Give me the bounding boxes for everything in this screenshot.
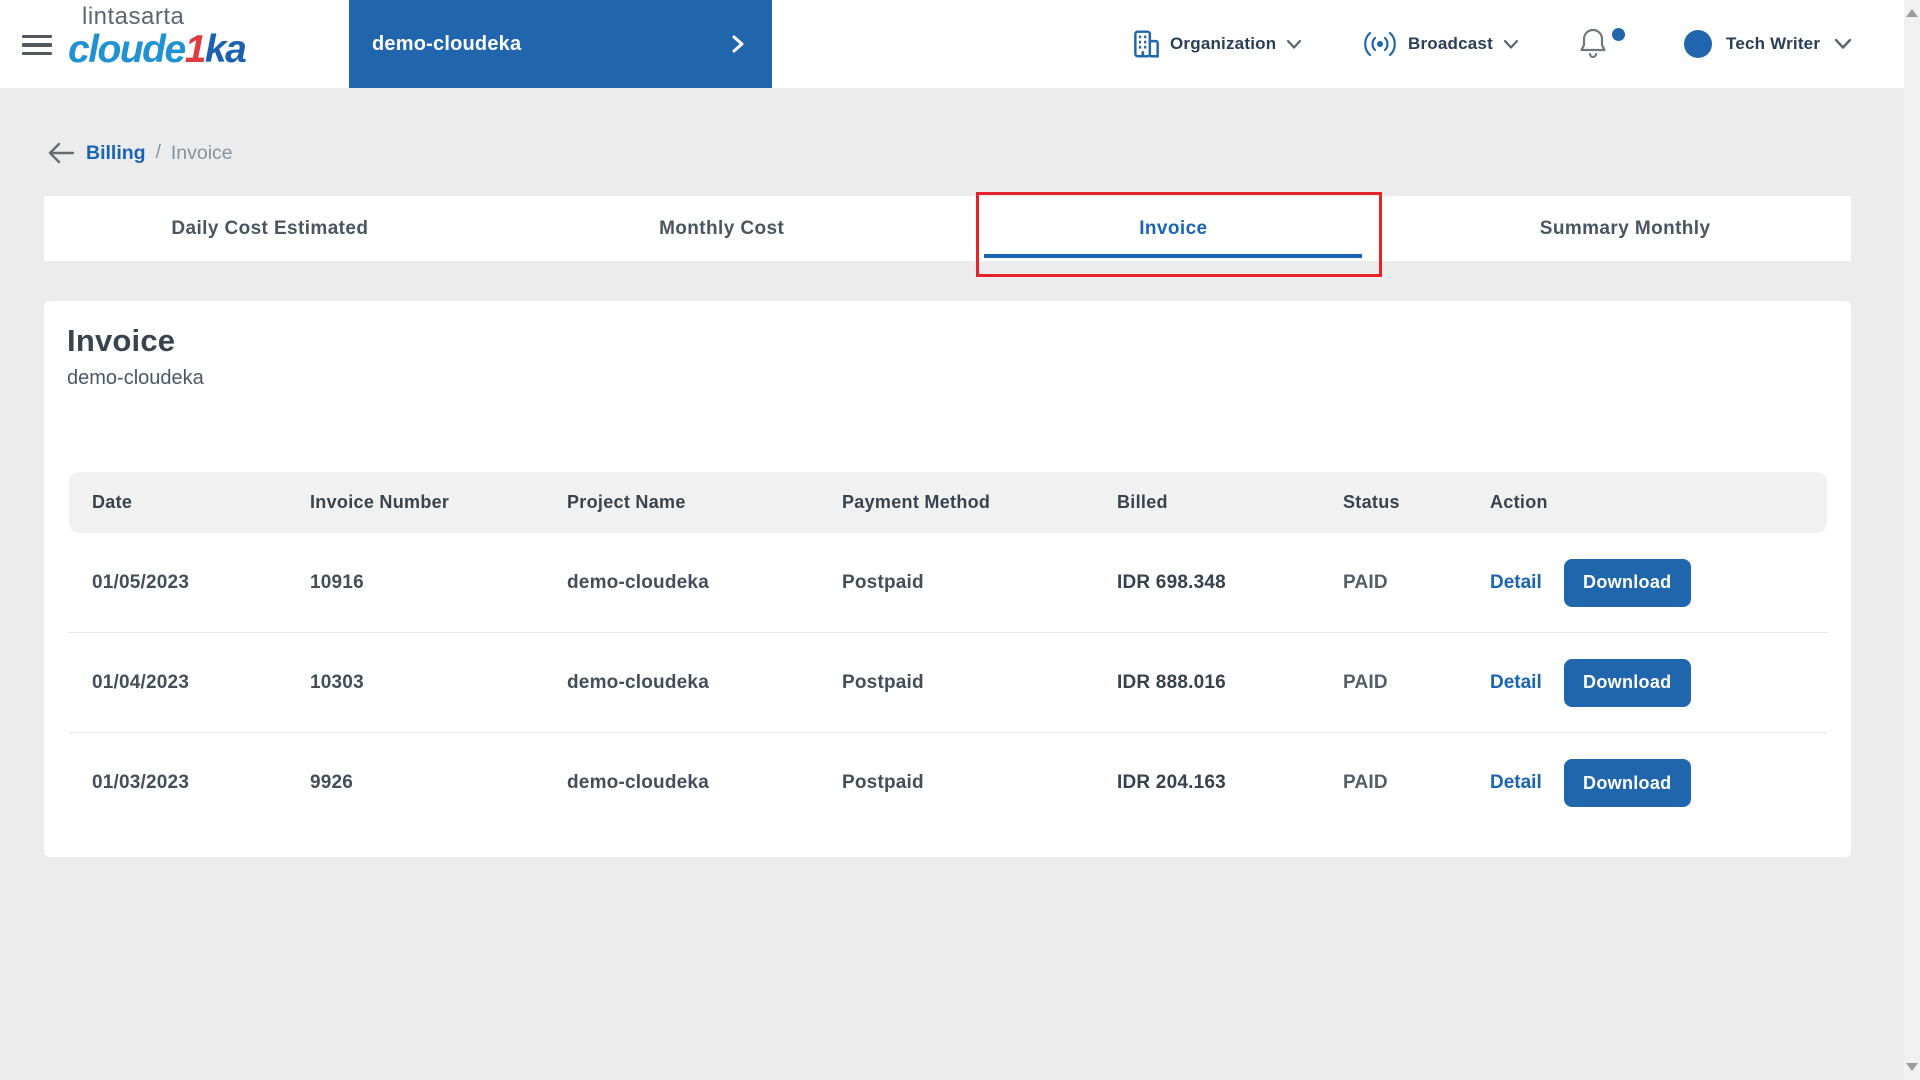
chevron-down-icon	[1286, 39, 1302, 50]
organization-label: Organization	[1170, 34, 1277, 53]
col-action: Action	[1490, 492, 1548, 512]
organization-menu[interactable]: Organization	[1133, 0, 1302, 88]
download-button[interactable]: Download	[1563, 658, 1691, 707]
chevron-down-icon	[1834, 38, 1852, 50]
cell-billed: IDR 698.348	[1117, 571, 1226, 593]
notification-badge	[1612, 28, 1625, 41]
building-icon	[1133, 29, 1160, 59]
detail-link[interactable]: Detail	[1490, 772, 1542, 794]
col-invoice-number: Invoice Number	[310, 492, 450, 512]
broadcast-menu[interactable]: Broadcast	[1362, 0, 1519, 88]
cell-payment-method: Postpaid	[842, 671, 924, 693]
logo-lintasarta-text: lintasarta	[82, 3, 185, 30]
table-row: 01/03/2023 9926 demo-cloudeka Postpaid I…	[69, 733, 1827, 833]
table-row: 01/05/2023 10916 demo-cloudeka Postpaid …	[69, 533, 1827, 633]
scrollbar-up-icon[interactable]	[1906, 9, 1918, 17]
user-name: Tech Writer	[1726, 34, 1821, 53]
invoice-table: Date Invoice Number Project Name Payment…	[69, 472, 1827, 833]
active-tab-underline	[984, 254, 1363, 258]
cell-date: 01/04/2023	[92, 671, 190, 693]
arrow-left-icon[interactable]	[46, 141, 76, 165]
col-project-name: Project Name	[567, 492, 686, 512]
cell-payment-method: Postpaid	[842, 571, 924, 593]
logo-cloudeka-text: cloude1ka	[68, 28, 247, 71]
top-bar: lintasarta cloude1ka demo-cloudeka Organ…	[0, 0, 1904, 88]
menu-icon[interactable]	[22, 35, 52, 56]
tab-daily-cost-estimated[interactable]: Daily Cost Estimated	[44, 196, 496, 261]
detail-link[interactable]: Detail	[1490, 572, 1542, 594]
project-selector-label: demo-cloudeka	[372, 32, 522, 55]
project-selector[interactable]: demo-cloudeka	[349, 0, 772, 88]
tab-invoice[interactable]: Invoice	[948, 196, 1400, 261]
cell-billed: IDR 888.016	[1117, 671, 1226, 693]
cell-date: 01/05/2023	[92, 571, 190, 593]
status-badge: PAID	[1343, 772, 1388, 793]
billing-tabs: Daily Cost Estimated Monthly Cost Invoic…	[44, 196, 1851, 261]
status-badge: PAID	[1343, 671, 1388, 693]
breadcrumb-billing[interactable]: Billing	[86, 142, 146, 165]
download-button[interactable]: Download	[1563, 759, 1691, 807]
cell-invoice-number: 10303	[310, 671, 364, 693]
breadcrumb-separator: /	[155, 142, 161, 163]
detail-link[interactable]: Detail	[1490, 672, 1542, 694]
chevron-right-icon	[730, 35, 746, 53]
scrollbar-down-icon[interactable]	[1906, 1063, 1918, 1071]
vertical-scrollbar[interactable]	[1904, 0, 1920, 1080]
cell-billed: IDR 204.163	[1117, 772, 1226, 793]
table-header-row: Date Invoice Number Project Name Payment…	[69, 472, 1827, 533]
col-billed: Billed	[1117, 492, 1168, 512]
tab-summary-monthly[interactable]: Summary Monthly	[1399, 196, 1851, 261]
cell-payment-method: Postpaid	[842, 772, 924, 793]
cell-project-name: demo-cloudeka	[567, 571, 709, 593]
cell-invoice-number: 9926	[310, 772, 354, 793]
invoice-card: Invoice demo-cloudeka Date Invoice Numbe…	[44, 301, 1851, 857]
cell-invoice-number: 10916	[310, 571, 364, 593]
cell-project-name: demo-cloudeka	[567, 671, 709, 693]
table-row: 01/04/2023 10303 demo-cloudeka Postpaid …	[69, 633, 1827, 733]
cell-date: 01/03/2023	[92, 772, 190, 793]
breadcrumb: Billing / Invoice	[46, 138, 233, 168]
col-date: Date	[92, 492, 133, 512]
avatar	[1684, 30, 1712, 58]
col-payment-method: Payment Method	[842, 492, 991, 512]
chevron-down-icon	[1503, 39, 1519, 50]
page-title: Invoice	[67, 323, 176, 358]
action-cell: Detail Download	[1490, 759, 1827, 807]
download-button[interactable]: Download	[1563, 558, 1691, 607]
notifications-bell[interactable]	[1578, 26, 1625, 62]
user-menu[interactable]: Tech Writer	[1684, 0, 1852, 88]
status-badge: PAID	[1343, 571, 1388, 593]
breadcrumb-invoice: Invoice	[170, 141, 233, 164]
cloudeka-logo: lintasarta cloude1ka	[68, 3, 247, 71]
action-cell: Detail Download	[1490, 558, 1827, 607]
tab-monthly-cost[interactable]: Monthly Cost	[496, 196, 948, 261]
broadcast-label: Broadcast	[1408, 34, 1493, 53]
col-status: Status	[1343, 492, 1400, 512]
cell-project-name: demo-cloudeka	[567, 772, 709, 793]
page-subtitle: demo-cloudeka	[67, 367, 204, 389]
broadcast-icon	[1362, 31, 1398, 57]
action-cell: Detail Download	[1490, 658, 1827, 707]
